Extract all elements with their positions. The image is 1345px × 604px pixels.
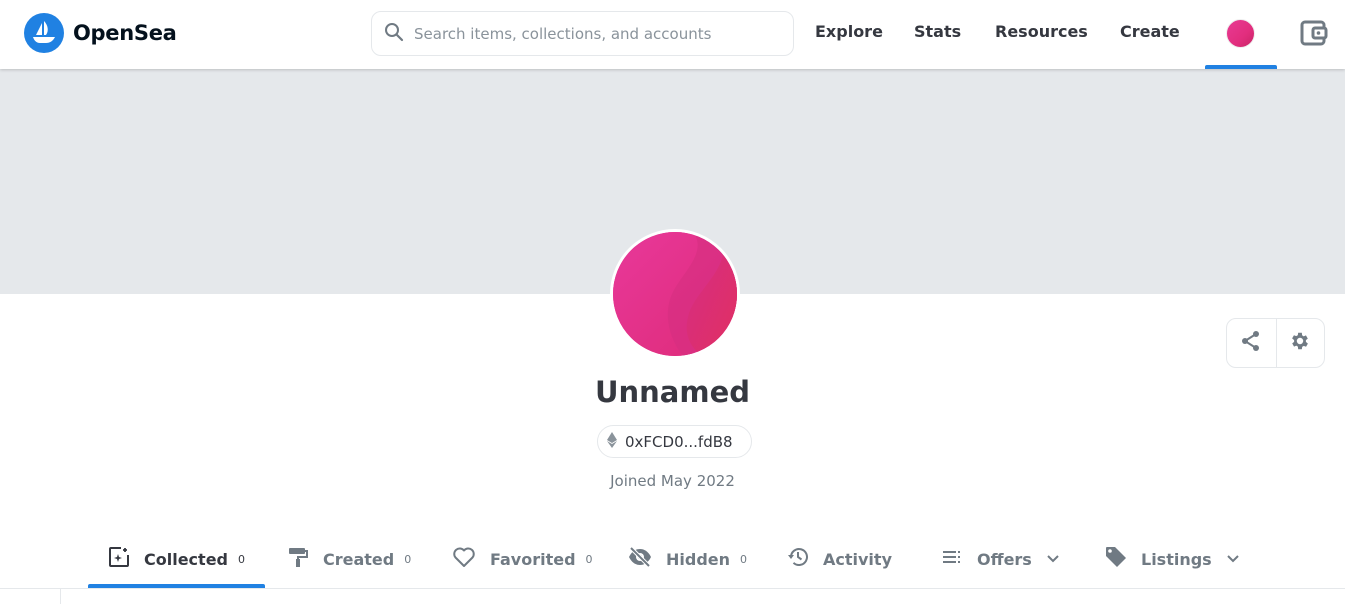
tabs-divider: [0, 588, 1345, 589]
collected-icon: [108, 546, 130, 572]
tab-count: 0: [740, 552, 748, 566]
tab-favorited[interactable]: Favorited 0: [452, 530, 593, 588]
tab-label: Collected: [144, 549, 228, 569]
tab-label: Created: [323, 549, 395, 569]
opensea-logo-icon: [24, 13, 64, 53]
tab-label: Offers: [977, 549, 1032, 569]
nav-active-indicator: [1205, 65, 1277, 69]
profile-tabs: Collected 0 Created 0 Favorited 0 Hidden…: [0, 530, 1345, 588]
tab-listings[interactable]: Listings: [1105, 530, 1240, 588]
heart-icon: [452, 546, 476, 572]
list-icon: [941, 546, 963, 572]
logo[interactable]: OpenSea: [24, 13, 177, 53]
tab-offers[interactable]: Offers: [941, 530, 1060, 588]
brand-name: OpenSea: [73, 21, 177, 45]
tab-created[interactable]: Created 0: [287, 530, 411, 588]
search-input[interactable]: [414, 24, 774, 43]
tab-label: Hidden: [666, 549, 731, 569]
tab-count: 0: [585, 552, 593, 566]
profile-name: Unnamed: [594, 375, 751, 409]
tab-hidden[interactable]: Hidden 0: [628, 530, 747, 588]
tab-count: 0: [238, 552, 245, 566]
gear-icon: [1289, 330, 1311, 356]
wallet-icon[interactable]: [1300, 20, 1328, 50]
search-bar[interactable]: [371, 11, 794, 56]
nav-create[interactable]: Create: [1120, 22, 1180, 41]
share-button[interactable]: [1227, 319, 1276, 367]
share-icon: [1240, 330, 1262, 356]
nav-resources[interactable]: Resources: [995, 22, 1088, 41]
tab-label: Activity: [823, 549, 892, 569]
wallet-address-button[interactable]: 0xFCD0...fdB8: [597, 425, 752, 458]
tab-label: Listings: [1141, 549, 1212, 569]
tag-icon: [1105, 546, 1127, 572]
ethereum-icon: [607, 431, 617, 452]
navbar: OpenSea Explore Stats Resources Create: [0, 0, 1345, 69]
tab-label: Favorited: [490, 549, 576, 569]
joined-date: Joined May 2022: [610, 472, 735, 490]
eye-off-icon: [628, 546, 652, 572]
search-icon: [384, 22, 404, 46]
profile-actions: [1226, 318, 1325, 368]
nav-profile-avatar[interactable]: [1226, 19, 1255, 48]
tab-count: 0: [404, 552, 412, 566]
settings-button[interactable]: [1275, 319, 1325, 367]
chevron-down-icon: [1226, 554, 1240, 564]
paint-roller-icon: [287, 546, 309, 572]
wallet-address: 0xFCD0...fdB8: [625, 432, 733, 451]
tab-collected[interactable]: Collected 0: [108, 530, 245, 588]
sidebar-divider: [60, 589, 61, 604]
tab-activity[interactable]: Activity: [787, 530, 892, 588]
profile-avatar: [610, 229, 740, 359]
chevron-down-icon: [1046, 554, 1060, 564]
nav-stats[interactable]: Stats: [914, 22, 961, 41]
history-icon: [787, 546, 809, 572]
nav-explore[interactable]: Explore: [815, 22, 883, 41]
